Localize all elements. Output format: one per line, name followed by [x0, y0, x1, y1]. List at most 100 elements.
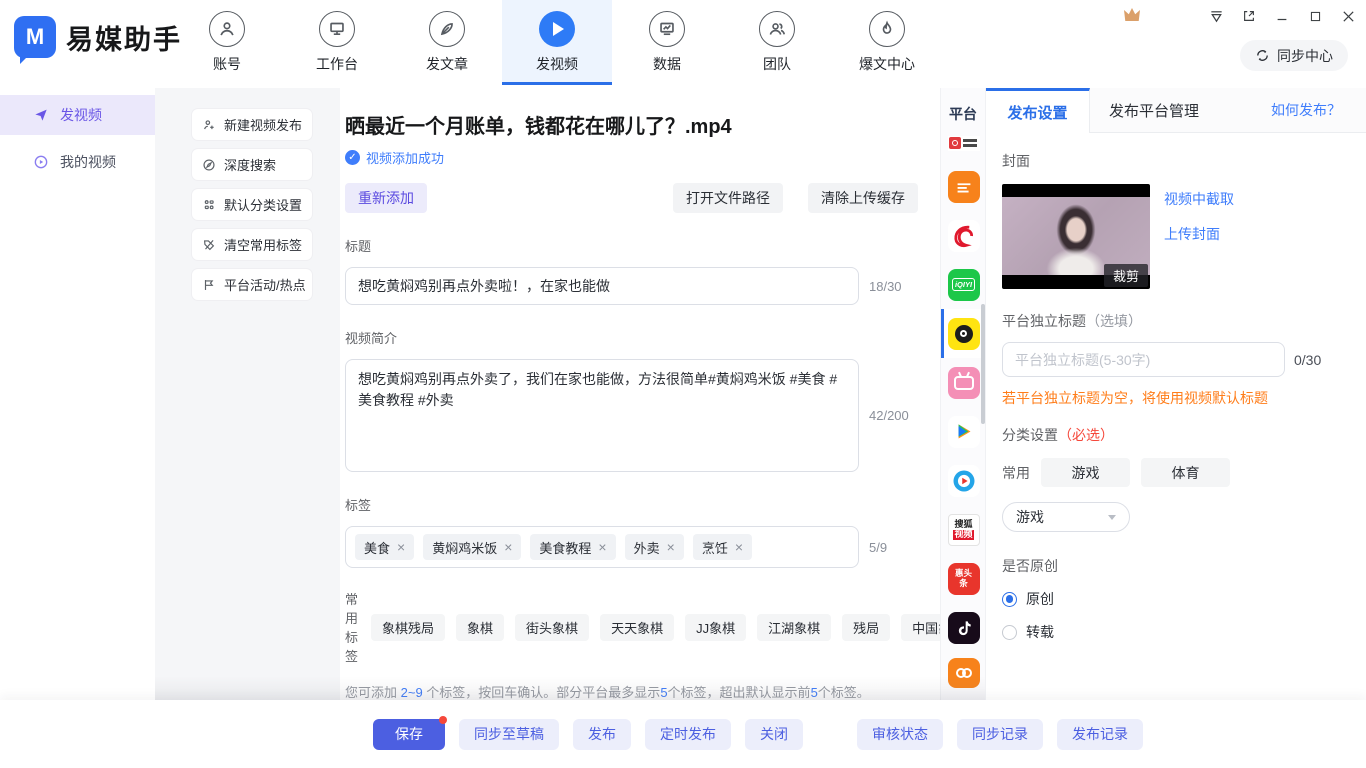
red-news-icon [948, 136, 980, 151]
remove-tag-icon[interactable]: × [667, 540, 675, 554]
nav-item-hot-center[interactable]: 爆文中心 [832, 0, 942, 85]
platform-orange-video-logo[interactable] [941, 652, 986, 690]
open-file-path-button[interactable]: 打开文件路径 [673, 183, 783, 213]
tencent-video-icon [948, 416, 980, 448]
bilibili-icon [948, 367, 980, 399]
tags-counter: 5/9 [869, 540, 887, 555]
sidebar-item-my-videos[interactable]: 我的视频 [0, 142, 155, 182]
common-tag-button[interactable]: 街头象棋 [515, 614, 589, 641]
publish-settings-panel: 发布设置 发布平台管理 如何发布？ 封面 裁剪 视频中截取 上传封面 平台独立标… [985, 88, 1366, 700]
publish-form: 晒最近一个月账单，钱都花在哪儿了？.mp4 ✓ 视频添加成功 重新添加 打开文件… [340, 88, 940, 700]
close-icon[interactable] [1340, 8, 1356, 24]
common-tag-button[interactable]: JJ象棋 [685, 614, 746, 641]
flame-icon [869, 11, 905, 47]
nav-item-publish-video[interactable]: 发视频 [502, 0, 612, 85]
remove-tag-icon[interactable]: × [598, 540, 606, 554]
platform-iqiyi-logo[interactable]: iQIYI [941, 260, 986, 309]
hide-to-tray-icon[interactable] [1208, 8, 1224, 24]
upload-status: ✓ 视频添加成功 [345, 148, 940, 167]
radio-repost[interactable]: 转载 [1002, 622, 1350, 642]
deep-search-button[interactable]: 深度搜索 [192, 149, 312, 180]
category-option-sports[interactable]: 体育 [1141, 458, 1230, 487]
scheduled-publish-button[interactable]: 定时发布 [645, 719, 731, 750]
platform-red-news-logo[interactable] [941, 124, 986, 162]
nav-item-team[interactable]: 团队 [722, 0, 832, 85]
nav-item-workbench[interactable]: 工作台 [282, 0, 392, 85]
category-option-game[interactable]: 游戏 [1041, 458, 1130, 487]
common-tag-button[interactable]: 象棋残局 [371, 614, 445, 641]
default-category-settings-button[interactable]: 默认分类设置 [192, 189, 312, 220]
sync-icon [1255, 48, 1270, 63]
user-plus-icon [202, 118, 216, 132]
clear-upload-cache-button[interactable]: 清除上传缓存 [808, 183, 918, 213]
platform-blue-play-logo[interactable] [941, 456, 986, 505]
upload-cover-link[interactable]: 上传封面 [1164, 224, 1234, 244]
vip-crown-icon[interactable] [1124, 8, 1140, 21]
close-button[interactable]: 关闭 [745, 719, 803, 750]
maximize-icon[interactable] [1307, 8, 1323, 24]
window-controls [1208, 8, 1356, 24]
video-file-title: 晒最近一个月账单，钱都花在哪儿了？.mp4 [345, 110, 940, 139]
readd-video-button[interactable]: 重新添加 [345, 183, 427, 213]
remove-tag-icon[interactable]: × [504, 540, 512, 554]
pop-out-icon[interactable] [1241, 8, 1257, 24]
radio-off-icon [1002, 625, 1017, 640]
independent-title-input[interactable] [1002, 342, 1285, 377]
phoenix-icon [948, 220, 980, 252]
yellow-camera-icon [948, 318, 980, 350]
platform-tencent-video-logo[interactable] [941, 407, 986, 456]
common-tag-button[interactable]: 象棋 [456, 614, 504, 641]
capture-from-video-link[interactable]: 视频中截取 [1164, 189, 1234, 209]
common-tag-button[interactable]: 残局 [842, 614, 890, 641]
category-label: 分类设置（必选） [1002, 425, 1350, 445]
save-button[interactable]: 保存 [373, 719, 445, 750]
radio-on-icon [1002, 592, 1017, 607]
clear-common-tags-button[interactable]: 清空常用标签 [192, 229, 312, 260]
unsaved-badge [439, 716, 447, 724]
common-tag-button[interactable]: 江湖象棋 [757, 614, 831, 641]
nav-item-data[interactable]: 数据 [612, 0, 722, 85]
publish-button[interactable]: 发布 [573, 719, 631, 750]
common-tag-button[interactable]: 中国象棋 [901, 614, 940, 641]
review-status-button[interactable]: 审核状态 [857, 719, 943, 750]
send-icon [33, 107, 49, 123]
huitoutiao-icon: 惠头条 [948, 563, 980, 595]
platform-bilibili-logo[interactable] [941, 358, 986, 407]
description-textarea[interactable] [345, 359, 859, 472]
platform-huitoutiao-logo[interactable]: 惠头条 [941, 554, 986, 603]
platform-rail-title: 平台 [941, 104, 985, 124]
independent-title-counter: 0/30 [1294, 352, 1321, 368]
tab-platform-management[interactable]: 发布平台管理 [1090, 88, 1218, 132]
platform-phoenix-logo[interactable] [941, 211, 986, 260]
team-icon [759, 11, 795, 47]
category-select[interactable]: 游戏 [1002, 502, 1130, 532]
common-tags-label: 常用标签 [345, 589, 358, 665]
sync-to-draft-button[interactable]: 同步至草稿 [459, 719, 559, 750]
sync-records-button[interactable]: 同步记录 [957, 719, 1043, 750]
tags-input[interactable]: 美食 × 黄焖鸡米饭 × 美食教程 × 外卖 × [345, 526, 859, 568]
platform-sohu-video-logo[interactable]: 搜狐 视频 [941, 505, 986, 554]
platform-orange-media-logo[interactable] [941, 162, 986, 211]
publish-records-button[interactable]: 发布记录 [1057, 719, 1143, 750]
new-video-publish-button[interactable]: 新建视频发布 [192, 109, 312, 140]
platform-activity-hotspot-button[interactable]: 平台活动/热点 [192, 269, 312, 300]
radio-original[interactable]: 原创 [1002, 589, 1350, 609]
how-to-publish-link[interactable]: 如何发布？ [1271, 88, 1366, 132]
sidebar-item-publish-video[interactable]: 发视频 [0, 95, 155, 135]
cover-thumbnail[interactable]: 裁剪 [1002, 184, 1150, 289]
nav-item-account[interactable]: 账号 [172, 0, 282, 85]
chart-icon [649, 11, 685, 47]
nav-item-publish-article[interactable]: 发文章 [392, 0, 502, 85]
sync-center-button[interactable]: 同步中心 [1240, 40, 1348, 71]
crop-button[interactable]: 裁剪 [1104, 264, 1148, 287]
remove-tag-icon[interactable]: × [397, 540, 405, 554]
common-tag-button[interactable]: 天天象棋 [600, 614, 674, 641]
remove-tag-icon[interactable]: × [735, 540, 743, 554]
title-input[interactable] [345, 267, 859, 305]
platform-yellow-camera-logo[interactable] [941, 309, 986, 358]
minimize-icon[interactable] [1274, 8, 1290, 24]
cover-label: 封面 [1002, 151, 1350, 171]
tab-publish-settings[interactable]: 发布设置 [986, 88, 1090, 133]
platform-douyin-logo[interactable] [941, 603, 986, 652]
platform-rail: 平台 iQIYI [940, 88, 985, 700]
